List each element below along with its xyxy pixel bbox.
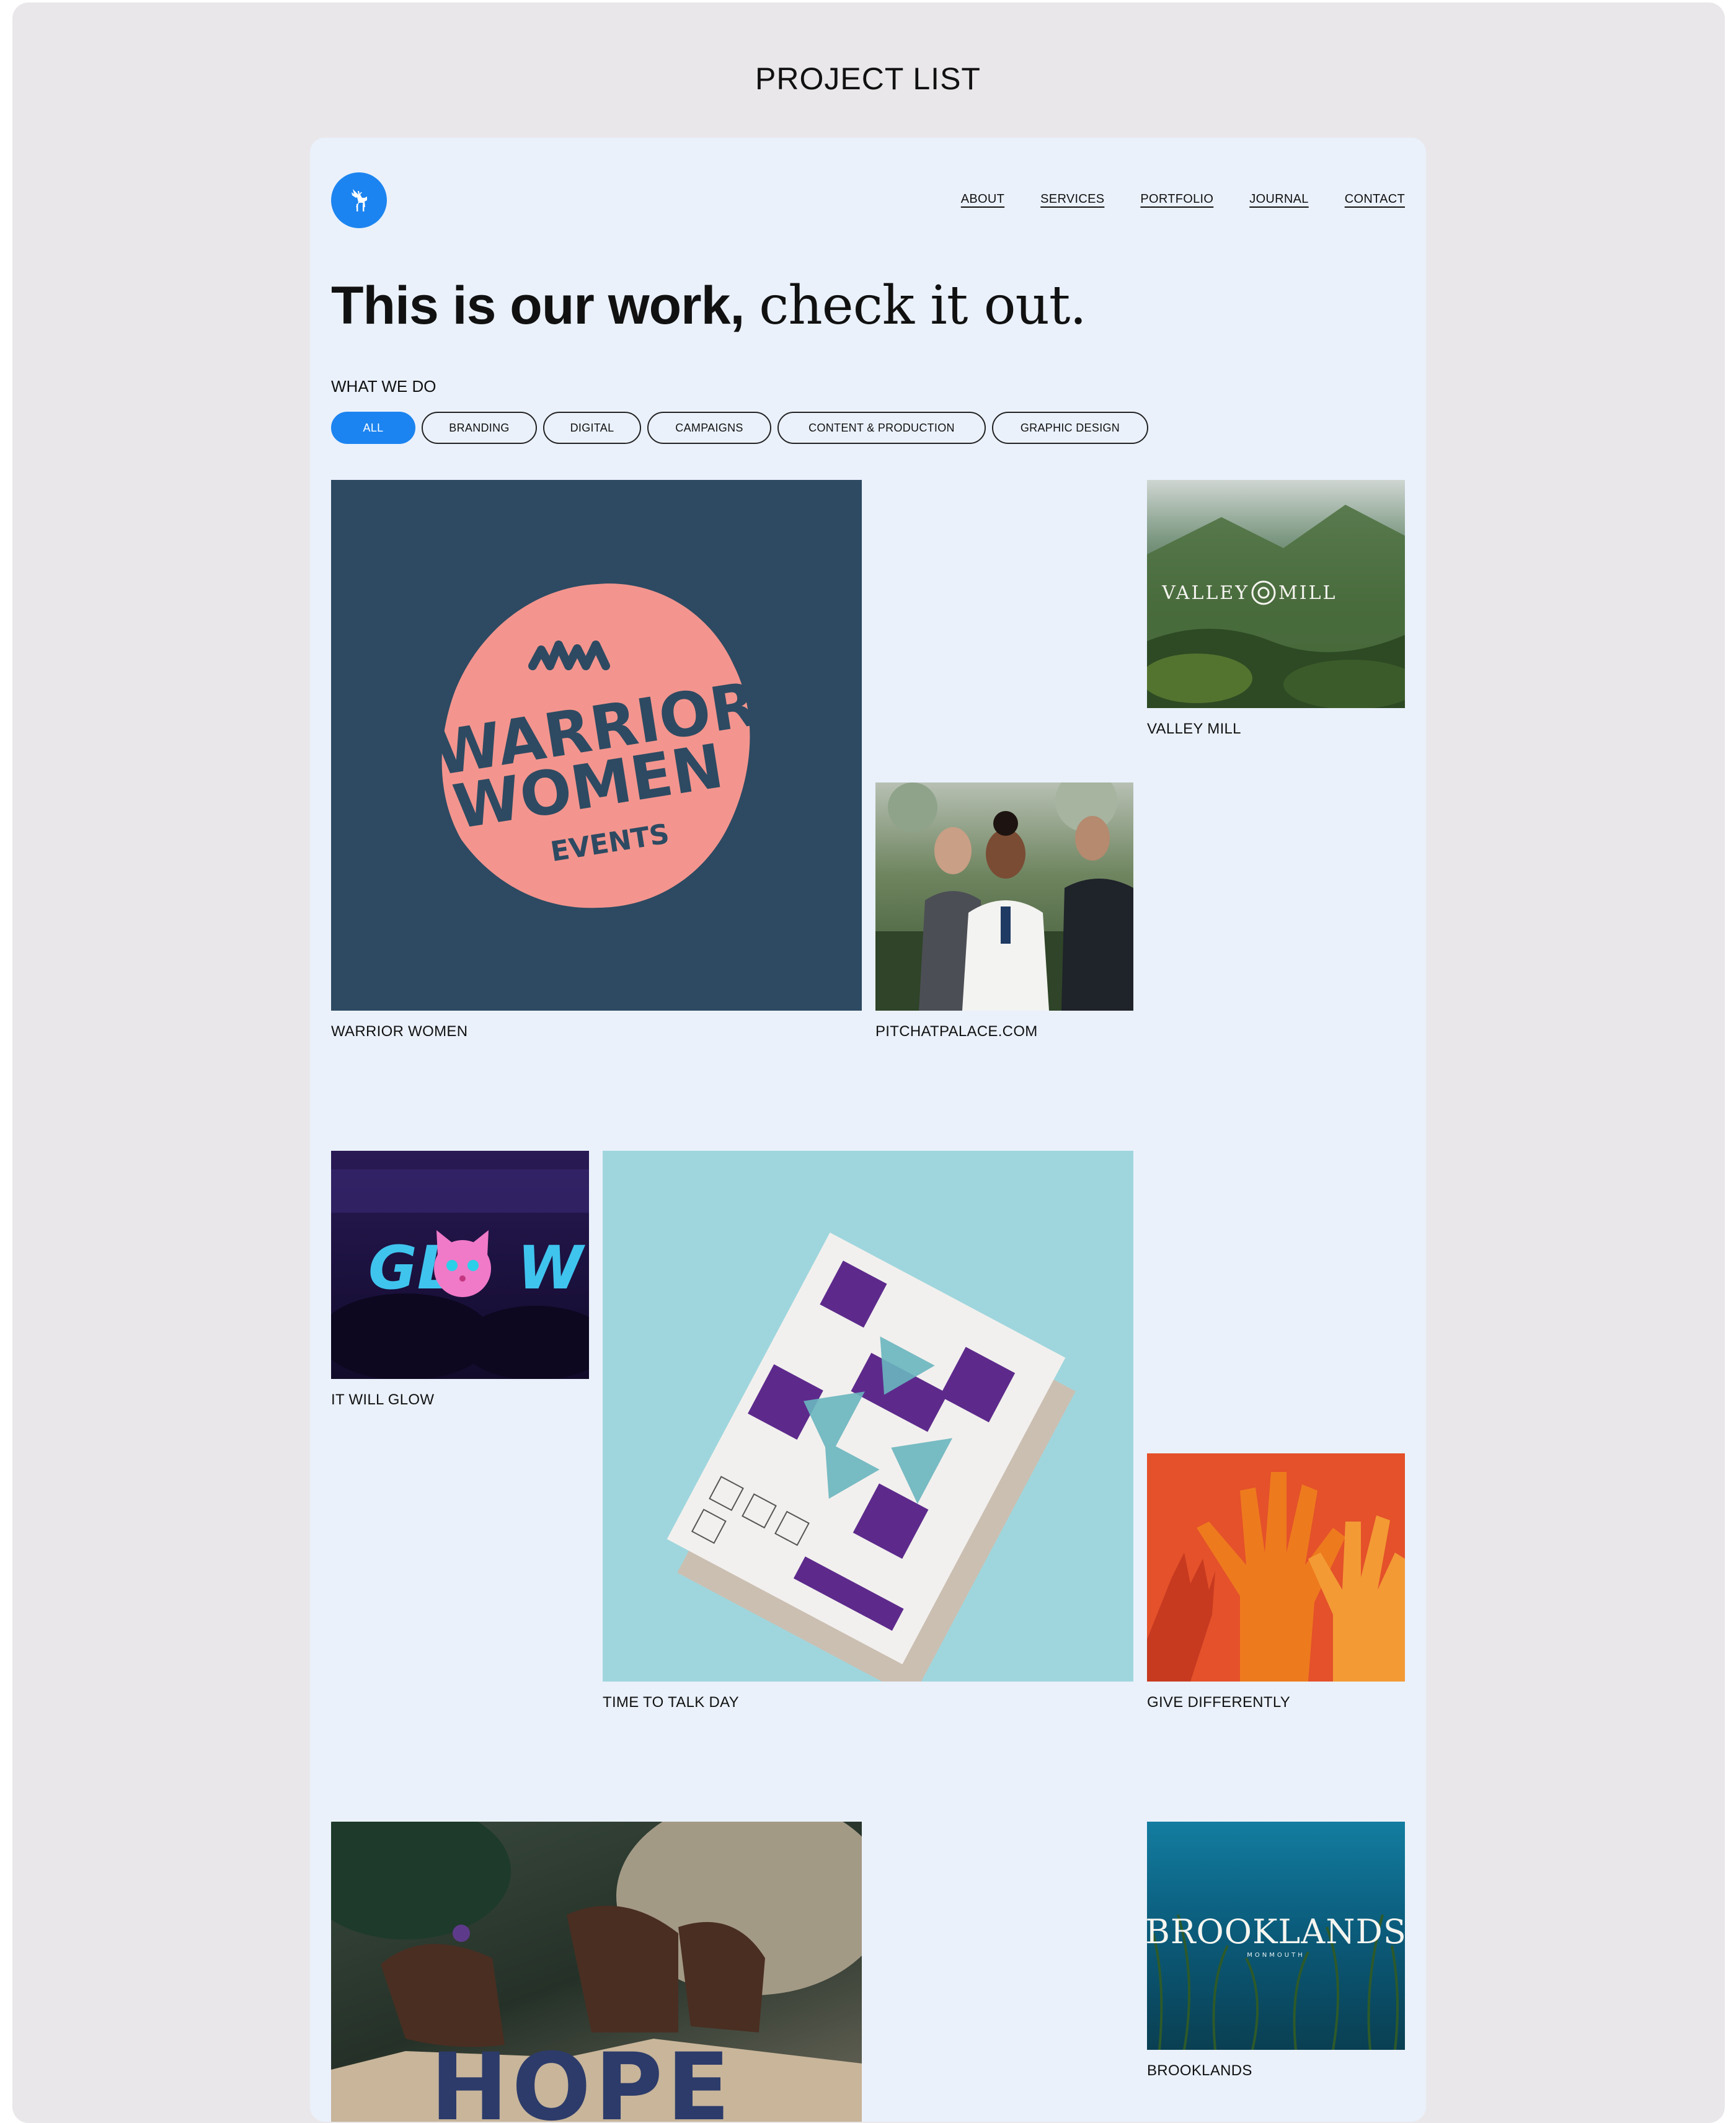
warrior-women-logo: WARRIOR WOMEN EVENTS bbox=[429, 583, 762, 908]
brooklands-photo: BROOKLANDS MONMOUTH bbox=[1147, 1912, 1405, 2050]
hero-headline: This is our work, check it out. bbox=[331, 276, 1087, 335]
cat-icon bbox=[434, 1230, 491, 1297]
nav-contact[interactable]: CONTACT bbox=[1345, 192, 1405, 206]
project-image[interactable]: VALLEY MILL bbox=[1147, 480, 1405, 708]
page-heading: PROJECT LIST bbox=[755, 61, 981, 96]
project-image[interactable]: BROOKLANDS MONMOUTH bbox=[1147, 1822, 1405, 2050]
filter-campaigns[interactable]: CAMPAIGNS bbox=[647, 412, 771, 444]
project-title[interactable]: BROOKLANDS bbox=[1147, 2062, 1252, 2080]
project-title[interactable]: IT WILL GLOW bbox=[331, 1391, 434, 1409]
filter-digital[interactable]: DIGITAL bbox=[543, 412, 641, 444]
website-preview: ABOUT SERVICES PORTFOLIO JOURNAL CONTACT… bbox=[310, 138, 1426, 2122]
mill-word: MILL bbox=[1278, 582, 1337, 604]
project-image[interactable] bbox=[603, 1151, 1133, 1682]
nav-about[interactable]: ABOUT bbox=[961, 192, 1004, 206]
nav-services[interactable]: SERVICES bbox=[1040, 192, 1104, 206]
project-image[interactable]: HOPE bbox=[331, 1822, 862, 2122]
project-title[interactable]: PITCHATPALACE.COM bbox=[875, 1023, 1038, 1040]
hope-photo: HOPE bbox=[331, 1822, 862, 2122]
project-title[interactable]: WARRIOR WOMEN bbox=[331, 1023, 467, 1040]
brooklands-sub: MONMOUTH bbox=[1247, 1952, 1304, 1959]
filter-graphic-design[interactable]: GRAPHIC DESIGN bbox=[992, 412, 1148, 444]
headline-serif: check it out. bbox=[759, 275, 1087, 337]
talk-day-leaflets bbox=[666, 1232, 1076, 1682]
deer-icon bbox=[352, 189, 367, 211]
project-title[interactable]: VALLEY MILL bbox=[1147, 720, 1241, 738]
nav-journal[interactable]: JOURNAL bbox=[1249, 192, 1308, 206]
hope-word: HOPE bbox=[430, 2034, 733, 2122]
valley-photo: VALLEY MILL bbox=[1147, 505, 1405, 708]
nav-portfolio[interactable]: PORTFOLIO bbox=[1140, 192, 1213, 206]
event-photo bbox=[875, 782, 1133, 1011]
logo[interactable] bbox=[331, 172, 387, 228]
project-title[interactable]: GIVE DIFFERENTLY bbox=[1147, 1694, 1290, 1711]
filter-all[interactable]: ALL bbox=[331, 412, 415, 444]
project-image[interactable]: GL W bbox=[331, 1151, 589, 1379]
headline-bold: This is our work, bbox=[331, 276, 745, 335]
main-nav: ABOUT SERVICES PORTFOLIO JOURNAL CONTACT bbox=[961, 192, 1405, 206]
filter-branding[interactable]: BRANDING bbox=[422, 412, 537, 444]
filter-label: WHAT WE DO bbox=[331, 377, 436, 396]
filter-content-production[interactable]: CONTENT & PRODUCTION bbox=[777, 412, 986, 444]
hands-artwork bbox=[1147, 1472, 1405, 1682]
project-image[interactable] bbox=[875, 782, 1133, 1011]
valley-word: VALLEY bbox=[1161, 582, 1249, 604]
project-image[interactable] bbox=[1147, 1453, 1405, 1682]
glow-artwork: GL W bbox=[331, 1169, 589, 1379]
brooklands-word: BROOKLANDS bbox=[1147, 1912, 1405, 1951]
filter-pills: ALL BRANDING DIGITAL CAMPAIGNS CONTENT &… bbox=[331, 412, 1148, 444]
project-title[interactable]: TIME TO TALK DAY bbox=[603, 1694, 739, 1711]
project-image[interactable]: WARRIOR WOMEN EVENTS bbox=[331, 480, 862, 1011]
